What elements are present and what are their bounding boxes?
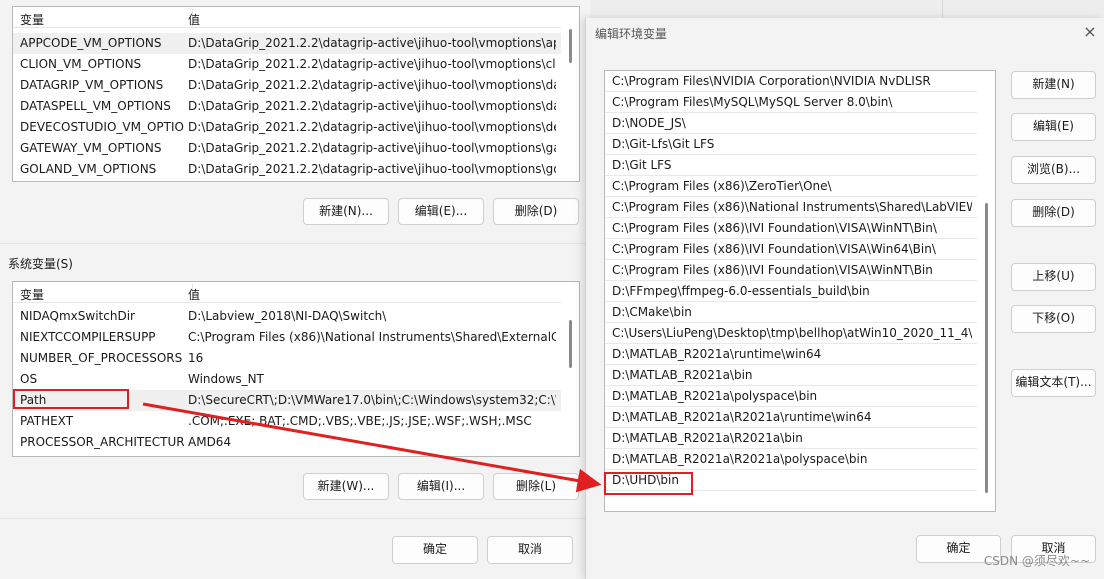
annotation-arrow [142,402,602,493]
watermark: CSDN @须尽欢~~ [983,554,1090,568]
